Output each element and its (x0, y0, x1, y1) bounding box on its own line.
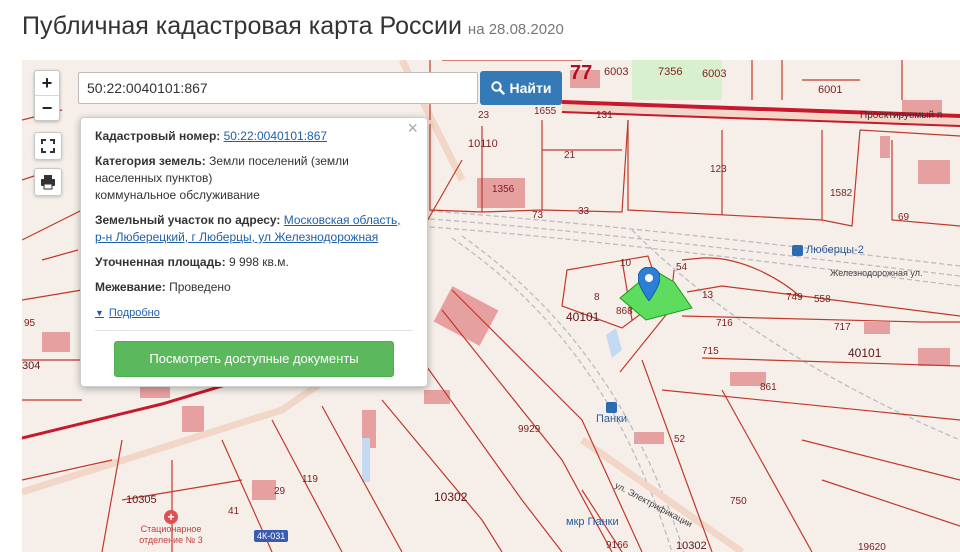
station-label-mck-panki: мкр Панки (566, 516, 619, 528)
parcel-label: 95 (24, 318, 36, 329)
parcel-label: 73 (532, 210, 544, 221)
address-label: Земельный участок по адресу: (95, 213, 281, 227)
hospital-label: Стационарное отделение № 3 (139, 524, 203, 545)
road-label-zheleznodorozhnaya: Железнодорожная ул. (830, 268, 923, 278)
parcel-label: 7356 (658, 66, 683, 78)
hospital-poi[interactable]: + Стационарное отделение № 3 (126, 510, 216, 546)
road-shield: 4К-031 (254, 530, 289, 542)
parcel-label: 19620 (858, 542, 886, 552)
parcel-label: 40101 (848, 346, 882, 360)
page-title-text: Публичная кадастровая карта России (22, 12, 462, 40)
parcel-label: 558 (814, 294, 831, 305)
train-icon (606, 402, 618, 413)
parcel-label: 749 (786, 292, 803, 303)
parcel-label: 6001 (818, 84, 843, 96)
printer-icon (41, 175, 55, 190)
print-button[interactable] (34, 168, 62, 196)
parcel-label: 29 (274, 486, 286, 497)
cadastral-map[interactable]: 6003 7356 6003 6001 1655 23 131 10110 21… (22, 60, 960, 552)
parcel-label: 10302 (434, 490, 468, 504)
station-lyubertsy2[interactable]: Люберцы-2 (792, 244, 864, 256)
survey-row: Межевание: Проведено (95, 279, 413, 296)
search-input[interactable] (78, 72, 478, 104)
parcel-label: 54 (676, 262, 688, 273)
water-area (606, 328, 622, 358)
cadastral-number-label: Кадастровый номер: (95, 129, 221, 143)
parcel-label: 23 (478, 110, 490, 121)
parcel-label: 1655 (534, 106, 557, 117)
chevron-down-icon: ▼ (95, 308, 104, 318)
parcel-label: 131 (596, 110, 613, 121)
parcel-label: 40101 (566, 310, 600, 324)
area-value: 9 998 кв.м. (228, 255, 289, 269)
area-label: Уточненная площадь: (95, 255, 226, 269)
page-title: Публичная кадастровая карта России на 28.… (22, 12, 564, 41)
search-button[interactable]: Найти (480, 71, 562, 105)
parcel-label: 10 (620, 258, 632, 269)
parcel-label: 123 (710, 164, 727, 175)
station-panki[interactable]: Панки (596, 402, 627, 425)
zoom-control: + − (34, 70, 60, 121)
parcel-label: 9929 (518, 424, 541, 435)
station-label-lyubertsy2: Люберцы-2 (806, 244, 864, 256)
view-documents-button[interactable]: Посмотреть доступные документы (114, 341, 394, 377)
parcel-label: 119 (302, 474, 318, 485)
road-label-projected: Проектируемый п (860, 110, 943, 121)
parcel-label: 715 (702, 346, 719, 357)
survey-value: Проведено (169, 280, 231, 294)
parcel-label: 13 (702, 290, 714, 301)
zoom-in-button[interactable]: + (35, 71, 59, 95)
parcel-label: 33 (578, 206, 590, 217)
parcel-label: 750 (730, 496, 747, 507)
parcel-label: 6003 (604, 66, 629, 78)
land-category-row: Категория земель: Земли поселений (земли… (95, 153, 413, 204)
survey-label: Межевание: (95, 280, 166, 294)
more-details-link[interactable]: ▼ Подробно (95, 305, 160, 322)
parcel-label: 10302 (676, 540, 707, 552)
data-date: на 28.08.2020 (467, 21, 564, 38)
fullscreen-button[interactable] (34, 132, 62, 160)
parcel-label: 304 (22, 360, 41, 372)
search-button-label: Найти (509, 80, 552, 96)
cadastral-number-link[interactable]: 50:22:0040101:867 (224, 129, 327, 143)
parcel-label: 9166 (606, 540, 629, 551)
address-row: Земельный участок по адресу: Московская … (95, 212, 413, 246)
parcel-label: 21 (564, 150, 576, 161)
water-area-2 (362, 438, 370, 482)
area-row: Уточненная площадь: 9 998 кв.м. (95, 254, 413, 271)
expand-icon (41, 139, 55, 153)
parcel-label: 10305 (126, 494, 157, 506)
parcel-label: 868 (616, 306, 633, 317)
parcel-label: 716 (716, 318, 733, 329)
cross-icon: + (164, 510, 178, 524)
parcel-label: 717 (834, 322, 851, 333)
parcel-label: 69 (898, 212, 910, 223)
parcel-label: 52 (674, 434, 686, 445)
parcel-label: 1582 (830, 188, 853, 199)
parcel-info-popup: × Кадастровый номер: 50:22:0040101:867 К… (80, 117, 428, 387)
train-icon (792, 244, 803, 256)
magnifier-icon (490, 81, 505, 95)
land-category-label: Категория земель: (95, 154, 206, 168)
more-details-label: Подробно (108, 307, 160, 319)
popup-divider (95, 330, 413, 331)
parcel-label: 10110 (468, 138, 498, 150)
map-pin-icon[interactable] (638, 267, 660, 301)
cadastral-number-row: Кадастровый номер: 50:22:0040101:867 (95, 128, 413, 145)
close-icon[interactable]: × (407, 119, 418, 137)
parcel-label: 8 (594, 292, 600, 303)
zoom-out-button[interactable]: − (35, 95, 59, 120)
permitted-use-value: коммунальное обслуживание (95, 188, 260, 202)
parcel-label: 861 (760, 382, 777, 393)
parcel-label: 6003 (702, 68, 727, 80)
station-label-panki: Панки (596, 413, 628, 425)
parcel-label: 1356 (492, 184, 515, 195)
region-code: 77 (570, 62, 593, 84)
parcel-label: 41 (228, 506, 240, 517)
